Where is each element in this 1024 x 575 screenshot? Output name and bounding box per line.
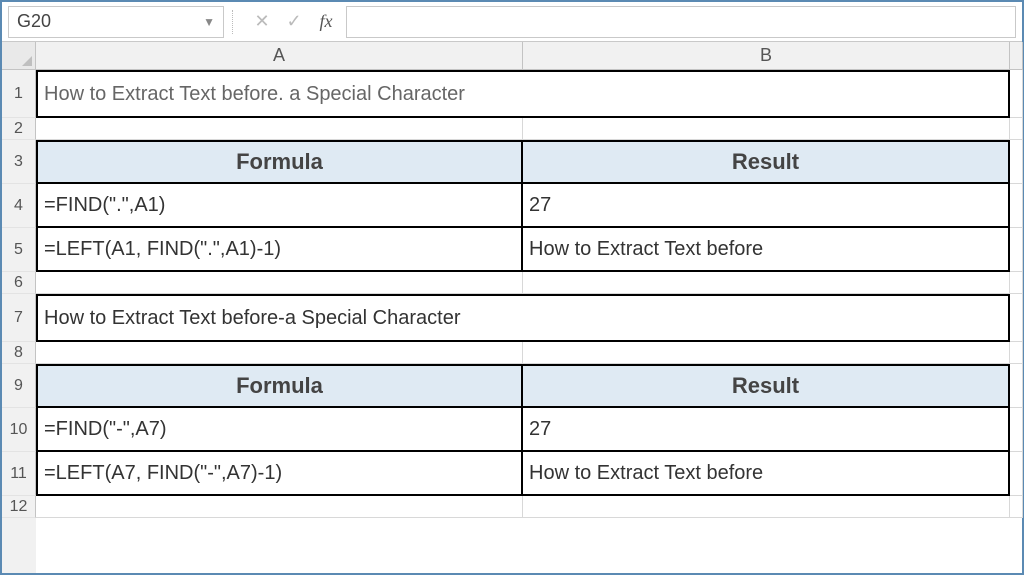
row: How to Extract Text before-a Special Cha… <box>36 294 1023 342</box>
cell-empty[interactable] <box>523 272 1010 294</box>
cell-header-formula[interactable]: Formula <box>36 140 523 184</box>
cell-result[interactable]: How to Extract Text before <box>523 452 1010 496</box>
cell-empty[interactable] <box>523 342 1010 364</box>
cell-header-result[interactable]: Result <box>523 140 1010 184</box>
row <box>36 118 1023 140</box>
cell-merged-title[interactable]: How to Extract Text before. a Special Ch… <box>36 70 1010 118</box>
cell-empty[interactable] <box>1010 342 1023 364</box>
confirm-icon[interactable]: ✓ <box>280 8 308 36</box>
cell-formula[interactable]: =FIND("-",A7) <box>36 408 523 452</box>
cell-result[interactable]: 27 <box>523 408 1010 452</box>
row-header[interactable]: 8 <box>2 342 36 364</box>
cell-formula[interactable]: =LEFT(A7, FIND("-",A7)-1) <box>36 452 523 496</box>
row-header[interactable]: 6 <box>2 272 36 294</box>
row: Formula Result <box>36 140 1023 184</box>
row-header-column: 1 2 3 4 5 6 7 8 9 10 11 12 <box>2 42 36 573</box>
row-header[interactable]: 11 <box>2 452 36 496</box>
cell-header-formula[interactable]: Formula <box>36 364 523 408</box>
cell-empty[interactable] <box>36 342 523 364</box>
row-header[interactable]: 12 <box>2 496 36 518</box>
row: Formula Result <box>36 364 1023 408</box>
column-header[interactable] <box>1010 42 1023 70</box>
column-header[interactable]: A <box>36 42 523 70</box>
cell-result[interactable]: How to Extract Text before <box>523 228 1010 272</box>
row: =LEFT(A1, FIND(".",A1)-1) How to Extract… <box>36 228 1023 272</box>
formula-bar: G20 ▼ ✕ ✓ fx <box>2 2 1022 42</box>
cell-empty[interactable] <box>1010 364 1023 408</box>
row-header[interactable]: 4 <box>2 184 36 228</box>
cell-formula[interactable]: =FIND(".",A1) <box>36 184 523 228</box>
cell-empty[interactable] <box>1010 294 1023 342</box>
row-header[interactable]: 1 <box>2 70 36 118</box>
formula-input[interactable] <box>346 6 1016 38</box>
chevron-down-icon[interactable]: ▼ <box>203 15 215 29</box>
cell-empty[interactable] <box>1010 140 1023 184</box>
row: How to Extract Text before. a Special Ch… <box>36 70 1023 118</box>
row-header[interactable]: 3 <box>2 140 36 184</box>
column-header[interactable]: B <box>523 42 1010 70</box>
row: =FIND("-",A7) 27 <box>36 408 1023 452</box>
separator <box>232 10 240 34</box>
row-header[interactable]: 9 <box>2 364 36 408</box>
fx-icon[interactable]: fx <box>312 8 340 36</box>
column-header-row: A B <box>36 42 1023 70</box>
cell-empty[interactable] <box>1010 272 1023 294</box>
cell-empty[interactable] <box>1010 408 1023 452</box>
cell-empty[interactable] <box>523 496 1010 518</box>
cell-empty[interactable] <box>36 272 523 294</box>
row-header[interactable]: 7 <box>2 294 36 342</box>
cell-empty[interactable] <box>523 118 1010 140</box>
cells-area: A B How to Extract Text before. a Specia… <box>36 42 1023 573</box>
cell-header-result[interactable]: Result <box>523 364 1010 408</box>
cell-empty[interactable] <box>36 496 523 518</box>
row <box>36 272 1023 294</box>
cell-empty[interactable] <box>1010 228 1023 272</box>
row: =FIND(".",A1) 27 <box>36 184 1023 228</box>
cell-reference: G20 <box>17 11 51 32</box>
row-header[interactable]: 10 <box>2 408 36 452</box>
row: =LEFT(A7, FIND("-",A7)-1) How to Extract… <box>36 452 1023 496</box>
cell-empty[interactable] <box>1010 184 1023 228</box>
cell-empty[interactable] <box>1010 452 1023 496</box>
cell-empty[interactable] <box>1010 118 1023 140</box>
cell-empty[interactable] <box>1010 70 1023 118</box>
row <box>36 342 1023 364</box>
cell-merged-title[interactable]: How to Extract Text before-a Special Cha… <box>36 294 1010 342</box>
row-header[interactable]: 2 <box>2 118 36 140</box>
cell-formula[interactable]: =LEFT(A1, FIND(".",A1)-1) <box>36 228 523 272</box>
row-header[interactable]: 5 <box>2 228 36 272</box>
cell-empty[interactable] <box>36 118 523 140</box>
row <box>36 496 1023 518</box>
name-box[interactable]: G20 ▼ <box>8 6 224 38</box>
cancel-icon[interactable]: ✕ <box>248 8 276 36</box>
select-all-corner[interactable] <box>2 42 36 70</box>
cell-empty[interactable] <box>1010 496 1023 518</box>
spreadsheet-grid: 1 2 3 4 5 6 7 8 9 10 11 12 A B How to Ex… <box>2 42 1022 573</box>
cell-result[interactable]: 27 <box>523 184 1010 228</box>
